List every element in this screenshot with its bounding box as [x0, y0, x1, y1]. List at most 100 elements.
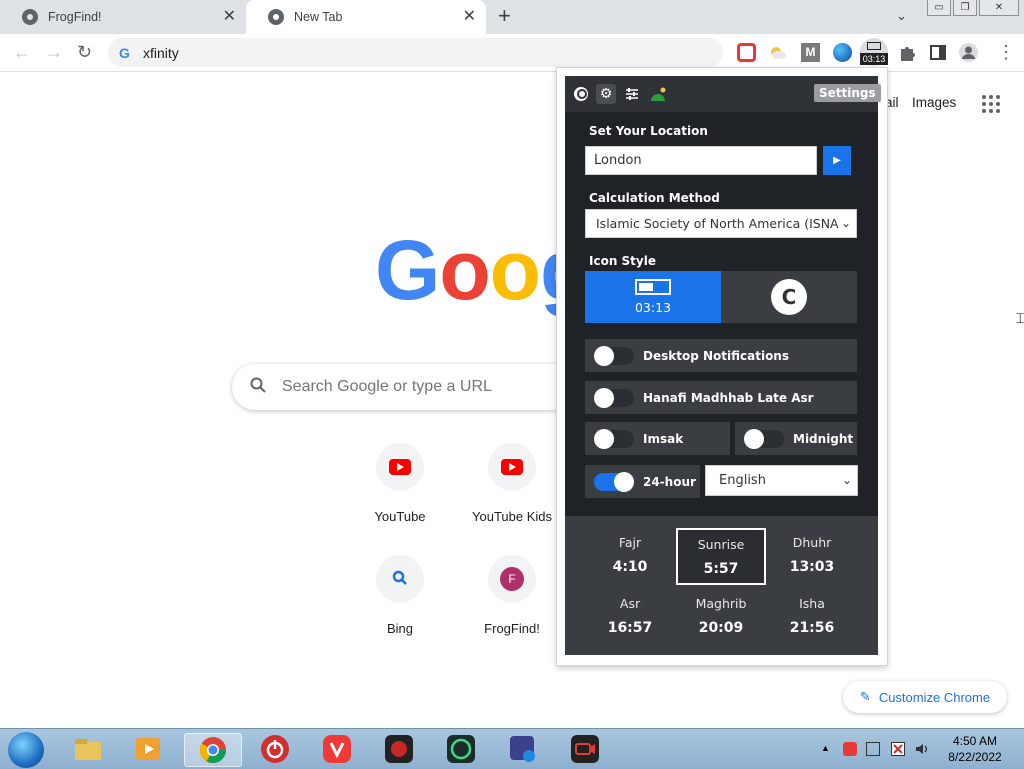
vpn-app-icon[interactable] [443, 733, 479, 765]
images-link[interactable]: Images [912, 95, 956, 110]
sliders-icon[interactable] [622, 84, 642, 104]
weather-extension-icon[interactable] [768, 43, 787, 62]
shortcut-icon-bg [376, 443, 424, 491]
chevron-down-icon: ⌄ [841, 473, 852, 487]
prayer-time: 5:57 [703, 561, 739, 577]
volume-icon[interactable] [915, 742, 929, 756]
logo-tab-icon[interactable] [571, 84, 591, 104]
toggle-switch[interactable] [594, 472, 634, 492]
calculation-method-select[interactable]: Islamic Society of North America (ISNA) … [585, 209, 857, 238]
toggle-switch[interactable] [744, 429, 784, 449]
mosque-icon[interactable] [648, 84, 668, 104]
toggle-knob [594, 429, 614, 449]
toggle-knob [614, 472, 634, 492]
toggle-switch[interactable] [594, 346, 634, 366]
show-hidden-icons[interactable]: ▲ [821, 743, 830, 753]
reload-button[interactable]: ↻ [77, 42, 92, 62]
prayer-time: 21:56 [789, 620, 835, 636]
toggle-switch[interactable] [594, 388, 634, 408]
chrome-menu-icon[interactable]: ⋮ [997, 42, 1015, 62]
action-center-flag-icon[interactable] [891, 742, 905, 756]
icon-style-logo-option[interactable]: C [771, 279, 807, 315]
chevron-down-icon: ⌄ [838, 210, 851, 237]
new-tab-button[interactable]: + [498, 5, 511, 27]
close-tab-icon[interactable]: ✕ [223, 8, 236, 26]
prayer-times-panel: ⚙ Settings Set Your Location London ▶ Ca… [565, 76, 881, 655]
shortcut-icon-bg [376, 555, 424, 603]
settings-gear-icon[interactable]: ⚙ [596, 84, 616, 104]
location-input[interactable]: London [585, 146, 817, 175]
side-panel-icon[interactable] [929, 43, 948, 62]
screen-recorder-icon[interactable] [567, 733, 603, 765]
chrome-taskbar-icon[interactable] [184, 733, 242, 767]
toggle-switch[interactable] [594, 429, 634, 449]
image-app-icon[interactable] [505, 733, 541, 765]
start-button-icon[interactable] [8, 732, 44, 768]
prayer-times-extension-icon[interactable]: 03:13 [860, 38, 888, 66]
customize-chrome-button[interactable]: ✎ Customize Chrome [843, 681, 1007, 713]
tray-recorder-icon[interactable] [843, 742, 857, 756]
youtube-icon [501, 459, 523, 475]
puzzle-extensions-icon[interactable] [898, 43, 917, 62]
tab-frogfind[interactable]: FrogFind! ✕ [0, 0, 246, 34]
tab-search-icon[interactable]: ⌄ [896, 8, 907, 24]
prayer-time: 13:03 [789, 559, 835, 575]
battery-icon [635, 279, 671, 295]
shortcut-icon-bg: F [488, 555, 536, 603]
toggle-label: Desktop Notifications [643, 349, 789, 363]
shortcut-bing[interactable]: Bing [344, 555, 456, 636]
tab-title: FrogFind! [48, 10, 102, 24]
network-icon[interactable] [866, 742, 880, 756]
extension-icon-red[interactable] [737, 43, 756, 62]
shortcut-label: YouTube [374, 509, 426, 524]
chrome-favicon-icon [22, 9, 38, 25]
language-select[interactable]: English ⌄ [705, 465, 858, 496]
prayer-name: Fajr [618, 535, 642, 550]
clock-time: 4:50 AM [952, 734, 998, 748]
minimize-button[interactable]: ▭ [927, 0, 951, 16]
file-explorer-icon[interactable] [70, 733, 106, 765]
close-window-button[interactable]: ✕ [979, 0, 1019, 16]
search-icon [250, 377, 266, 398]
media-player-icon[interactable] [130, 733, 166, 765]
ntp-search-input[interactable] [280, 377, 584, 397]
frogfind-letter-icon: F [500, 567, 524, 591]
icon-style-selector: 03:13 C [585, 271, 857, 323]
profile-avatar-icon[interactable] [959, 43, 978, 62]
toggle-knob [594, 388, 614, 408]
close-tab-icon[interactable]: ✕ [463, 8, 476, 26]
prayer-time-asr: Asr 16:57 [585, 596, 675, 636]
shortcut-youtube[interactable]: YouTube [344, 443, 456, 524]
m-extension-icon[interactable]: M [801, 43, 820, 62]
shortcut-frogfind[interactable]: F FrogFind! [456, 555, 568, 636]
icon-style-battery-option[interactable]: 03:13 [585, 271, 721, 323]
language-value: English [719, 473, 766, 488]
address-text[interactable]: xfinity [143, 45, 179, 61]
tab-new-tab[interactable]: New Tab ✕ [246, 0, 486, 34]
calculation-method-value: Islamic Society of North America (ISNA) [596, 216, 844, 231]
youtube-icon [389, 459, 411, 475]
google-apps-icon[interactable] [982, 95, 1000, 113]
toggle-row-hanafi[interactable]: Hanafi Madhhab Late Asr [585, 381, 857, 414]
power-app-icon[interactable] [257, 733, 293, 765]
globe-extension-icon[interactable] [833, 43, 852, 62]
pencil-icon: ✎ [859, 689, 871, 704]
shortcut-youtube-kids[interactable]: YouTube Kids [456, 443, 568, 524]
logo-letter: G [375, 223, 440, 317]
vivaldi-icon[interactable] [319, 733, 355, 765]
system-clock[interactable]: 4:50 AM 8/22/2022 [940, 733, 1010, 765]
icon-style-time: 03:13 [634, 300, 672, 315]
toggle-row-imsak[interactable]: Imsak [585, 422, 730, 455]
toggle-row-24-hour[interactable]: 24-hour [585, 465, 700, 498]
toggle-row-midnight[interactable]: Midnight [735, 422, 857, 455]
location-submit-button[interactable]: ▶ [823, 146, 851, 175]
prayer-time-maghrib: Maghrib 20:09 [676, 596, 766, 636]
forward-button[interactable]: → [45, 42, 63, 62]
shortcut-label: YouTube Kids [472, 509, 552, 524]
address-bar[interactable]: G xfinity [108, 38, 723, 67]
back-button[interactable]: ← [13, 42, 31, 62]
toggle-row-desktop-notifications[interactable]: Desktop Notifications [585, 339, 857, 372]
restore-button[interactable]: ❐ [953, 0, 977, 16]
toggle-label: 24-hour [643, 475, 696, 489]
red-app-icon[interactable] [381, 733, 417, 765]
